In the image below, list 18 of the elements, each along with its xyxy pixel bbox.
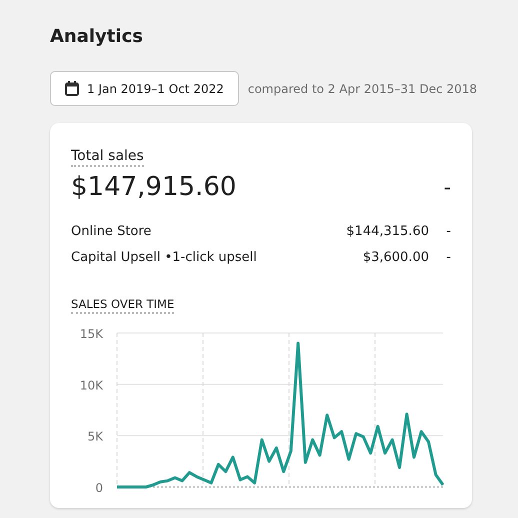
axis-label: 0 [95,481,103,495]
total-value: $147,915.60 [71,172,236,202]
channel-name: Online Store [71,224,152,239]
axis-label: 5K [87,430,103,444]
date-range-button[interactable]: 1 Jan 2019–1 Oct 2022 [50,71,239,106]
chart-title: SALES OVER TIME [71,297,174,314]
calendar-icon [65,81,79,96]
channel-value: $144,315.60 [346,224,429,239]
change-value: - [445,250,451,265]
axis-label: 15K [80,327,103,341]
channel-value: $3,600.00 [362,250,429,265]
card-title: Total sales [71,148,144,167]
page-title: Analytics [50,26,144,47]
change-value: - [445,224,451,239]
change-value: - [444,175,451,199]
channel-name: Capital Upsell •1-click upsell [71,250,258,265]
axis-label: 10K [80,378,103,392]
comparison-text: compared to 2 Apr 2015–31 Dec 2018 [248,82,478,96]
